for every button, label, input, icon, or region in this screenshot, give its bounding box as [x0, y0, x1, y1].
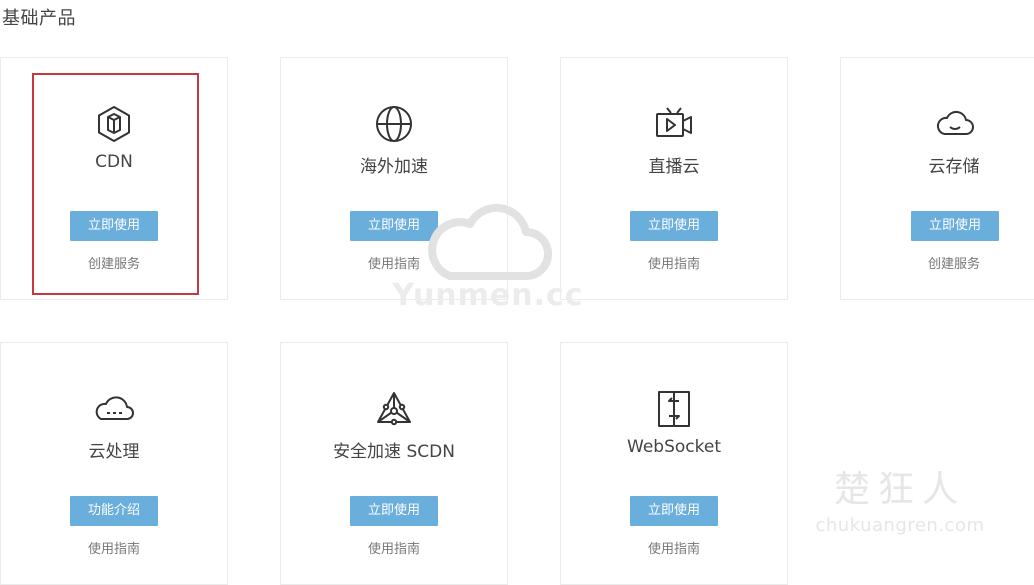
chukuangren-watermark-cn: 楚狂人 [833, 469, 966, 510]
product-name: WebSocket [627, 437, 721, 457]
product-name: 海外加速 [360, 157, 428, 177]
cdn-box-icon [94, 104, 134, 144]
feature-intro-button[interactable]: 功能介绍 [70, 496, 158, 526]
create-service-link[interactable]: 创建服务 [841, 253, 1034, 272]
globe-icon [374, 104, 414, 144]
product-card-scdn[interactable]: 安全加速 SCDN 立即使用 使用指南 [280, 342, 508, 585]
guide-link[interactable]: 使用指南 [1, 538, 227, 557]
network-triangle-icon [374, 389, 414, 429]
use-now-button[interactable]: 立即使用 [350, 496, 438, 526]
chukuangren-watermark-en: chukuangren.com [815, 515, 985, 536]
guide-link[interactable]: 使用指南 [561, 538, 787, 557]
use-now-button[interactable]: 立即使用 [911, 211, 999, 241]
product-card-storage[interactable]: 云存储 立即使用 创建服务 [840, 57, 1034, 300]
use-now-button[interactable]: 立即使用 [350, 211, 438, 241]
use-now-button[interactable]: 立即使用 [70, 211, 158, 241]
cloud-icon [935, 104, 975, 144]
use-now-button[interactable]: 立即使用 [630, 496, 718, 526]
product-card-live[interactable]: 直播云 立即使用 使用指南 [560, 57, 788, 300]
product-card-overseas[interactable]: 海外加速 立即使用 使用指南 [280, 57, 508, 300]
product-card-cloud-process[interactable]: 云处理 功能介绍 使用指南 [0, 342, 228, 585]
guide-link[interactable]: 使用指南 [281, 538, 507, 557]
use-now-button[interactable]: 立即使用 [630, 211, 718, 241]
guide-link[interactable]: 使用指南 [281, 253, 507, 272]
live-tv-icon [654, 104, 694, 144]
websocket-icon [654, 389, 694, 429]
section-title: 基础产品 [2, 8, 76, 29]
product-name: 直播云 [648, 157, 700, 177]
product-name: 云存储 [928, 157, 980, 177]
product-name: 安全加速 SCDN [333, 442, 455, 462]
product-name: 云处理 [88, 442, 140, 462]
product-card-cdn[interactable]: CDN 立即使用 创建服务 [0, 57, 228, 300]
guide-link[interactable]: 使用指南 [561, 253, 787, 272]
cloud-process-icon [94, 389, 134, 429]
product-card-websocket[interactable]: WebSocket 立即使用 使用指南 [560, 342, 788, 585]
create-service-link[interactable]: 创建服务 [1, 253, 227, 272]
chukuangren-watermark: 楚狂人 chukuangren.com [800, 460, 1000, 550]
product-name: CDN [95, 152, 133, 172]
